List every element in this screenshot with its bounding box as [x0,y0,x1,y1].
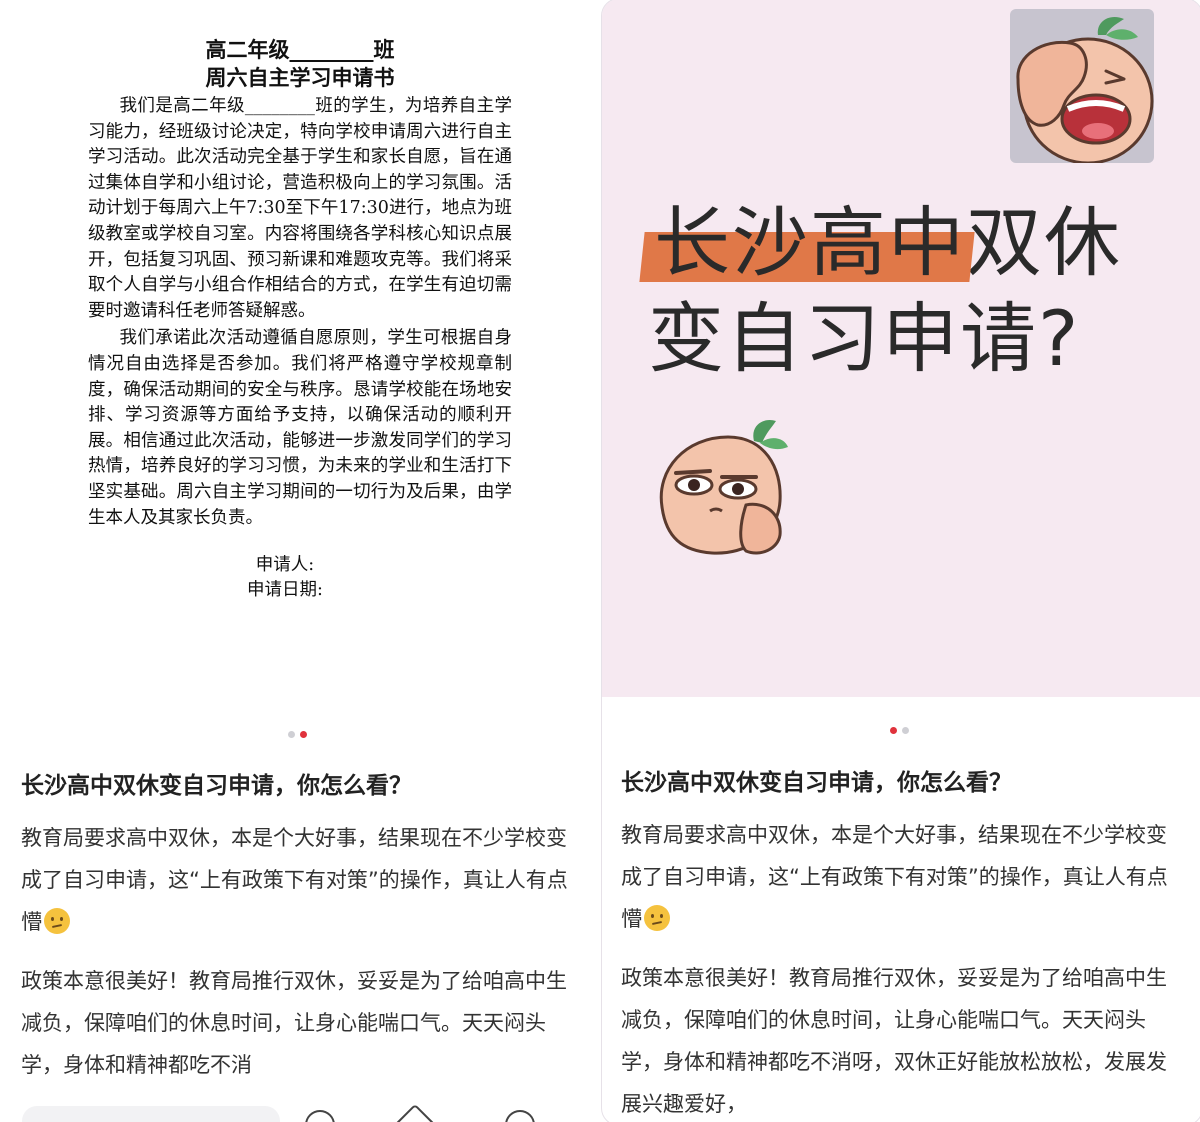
star-icon[interactable] [393,1103,437,1122]
application-document-image: 高二年级________班 周六自主学习申请书 我们是高二年级________班… [88,36,512,603]
doc-paragraph-1: 我们是高二年级________班的学生，为培养自主学习能力，经班级讨论决定，特向… [88,96,512,321]
post-paragraph-1-text: 教育局要求高中双休，本是个大好事，结果现在不少学校变成了自习申请，这“上有政策下… [621,823,1168,931]
post-title: 长沙高中双休变自习申请，你怎么看？ [21,773,412,799]
like-icon[interactable] [305,1110,335,1122]
post-body: 教育局要求高中双休，本是个大好事，结果现在不少学校变成了自习申请，这“上有政策下… [21,817,569,1086]
doc-paragraph-2: 我们承诺此次活动遵循自愿原则，学生可根据自身情况自由选择是否参加。我们将严格遵守… [88,328,512,528]
comment-input[interactable] [22,1106,280,1122]
doc-applicant-label: 申请人: [255,555,315,576]
doc-title-line1: 高二年级________班 [205,37,395,62]
post-title: 长沙高中双休变自习申请，你怎么看？ [621,770,1012,796]
right-note-panel: 长沙高中双休 变自习申请? 长沙高中双休变自习申请，你怎么看？ 教育局要求高中双… [601,0,1200,1122]
post-paragraph-2: 政策本意很美好！教育局推行双休，妥妥是为了给咱高中生减负，保障咱们的休息时间，让… [21,969,567,1077]
post-paragraph-1: 教育局要求高中双休，本是个大好事，结果现在不少学校变成了自习申请，这“上有政策下… [621,814,1181,940]
bottom-action-bar [0,1098,598,1122]
post-paragraph-2: 政策本意很美好！教育局推行双休，妥妥是为了给咱高中生减负，保障咱们的休息时间，让… [621,966,1167,1116]
confused-face-emoji-icon [644,905,670,931]
cover-image[interactable]: 长沙高中双休 变自习申请? [602,0,1200,697]
cover-headline-highlight: 长沙高中 [654,198,966,287]
doc-date-label: 申请日期: [247,580,323,601]
cover-headline-line2: 变自习申请? [648,294,1081,383]
cover-headline-highlight-text: 长沙高中 [654,198,966,287]
carousel-dot-2[interactable] [300,731,307,738]
carousel-dot-1[interactable] [890,727,897,734]
comment-icon[interactable] [505,1110,535,1122]
carousel-indicator[interactable] [890,727,909,734]
facepalm-mascot-icon [1010,9,1154,163]
chin-rest-mascot-icon [659,419,788,555]
doc-title-line2: 周六自主学习申请书 [205,65,395,90]
post-body: 教育局要求高中双休，本是个大好事，结果现在不少学校变成了自习申请，这“上有政策下… [621,814,1181,1122]
carousel-dot-2[interactable] [902,727,909,734]
post-paragraph-1: 教育局要求高中双休，本是个大好事，结果现在不少学校变成了自习申请，这“上有政策下… [21,817,569,943]
left-note-panel: 高二年级________班 周六自主学习申请书 我们是高二年级________班… [0,0,598,1122]
cover-headline-line1-rest: 双休 [966,198,1122,287]
carousel-indicator[interactable] [288,731,307,738]
carousel-dot-1[interactable] [288,731,295,738]
cover-headline-line1: 长沙高中双休 [654,195,1122,291]
doc-signature-block: 申请人: 申请日期: [88,553,512,603]
post-paragraph-1-text: 教育局要求高中双休，本是个大好事，结果现在不少学校变成了自习申请，这“上有政策下… [21,826,568,934]
confused-face-emoji-icon [44,908,70,934]
